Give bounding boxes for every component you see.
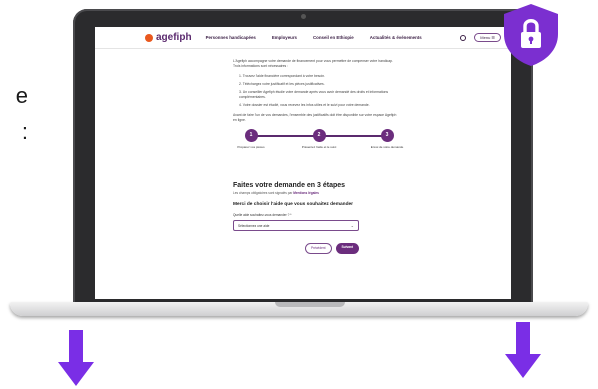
page-content: L'Agefiph accompagne votre demande de fi… xyxy=(233,49,403,254)
select-label: Quelle aide souhaitez-vous demander ? * xyxy=(233,213,292,217)
laptop-notch xyxy=(275,302,345,307)
arrow-down-icon xyxy=(505,322,541,378)
intro-text: L'Agefiph accompagne votre demande de fi… xyxy=(233,59,393,68)
note-text: Avant de faire l'un de vos demandes, l'e… xyxy=(233,113,397,122)
list-item: 2. Téléchargez votre justificatif et les… xyxy=(239,82,325,86)
step-2: 2 Présentez l'aide et le suivi xyxy=(301,129,337,149)
presentation-slide: e : agefiph Personnes handicapées Employ… xyxy=(0,0,598,389)
cropped-slide-text: e : xyxy=(0,78,28,150)
agefiph-logo[interactable]: agefiph xyxy=(145,32,192,43)
list-item: 1. Trouvez l'aide financière corresponda… xyxy=(239,74,326,78)
steps-list: 1. Trouvez l'aide financière corresponda… xyxy=(239,74,401,108)
nav-item-employeurs[interactable]: Employeurs xyxy=(272,35,297,40)
shield-lock-icon xyxy=(504,4,558,66)
step-1: 1 Préparez vos pièces xyxy=(233,129,269,149)
form-subtitle-text: Les champs obligatoires sont signalés pa… xyxy=(233,191,293,195)
form-subtitle: Les champs obligatoires sont signalés pa… xyxy=(233,191,401,196)
form-title: Faites votre demande en 3 étapes xyxy=(233,182,346,189)
laptop-base xyxy=(10,302,588,316)
aid-select[interactable]: Sélectionnez une aide ⌄ xyxy=(233,220,359,231)
select-value: Sélectionnez une aide xyxy=(238,224,270,228)
arrow-down-icon xyxy=(58,330,94,386)
form-question: Merci de choisir l'aide que vous souhait… xyxy=(233,202,354,207)
step-label: Préparez vos pièces xyxy=(237,145,265,149)
form-buttons: Précédent Suivant xyxy=(305,243,401,254)
previous-button[interactable]: Précédent xyxy=(305,243,332,254)
logo-text: agefiph xyxy=(156,32,192,43)
edge-text-line: : xyxy=(21,119,28,144)
step-dot: 3 xyxy=(380,129,394,142)
search-icon[interactable] xyxy=(460,34,467,41)
laptop-screen: agefiph Personnes handicapées Employeurs… xyxy=(95,27,511,299)
next-button[interactable]: Suivant xyxy=(335,243,360,254)
step-3: 3 Envoi de votre demande xyxy=(369,129,405,149)
step-dot: 2 xyxy=(312,129,326,142)
site-header: agefiph Personnes handicapées Employeurs… xyxy=(95,27,511,49)
laptop-lid: agefiph Personnes handicapées Employeurs… xyxy=(73,9,533,304)
chevron-down-icon: ⌄ xyxy=(350,223,354,228)
step-dot: 1 xyxy=(244,129,258,142)
list-item: 3. Un conseiller Agefiph étudie votre de… xyxy=(239,90,389,99)
webcam-icon xyxy=(301,14,306,19)
legal-link[interactable]: Mentions légales xyxy=(293,191,319,195)
edge-text-line: e xyxy=(15,83,28,108)
list-item: 4. Votre dossier est étudié, vous receve… xyxy=(239,103,370,107)
logo-mark-icon xyxy=(145,33,153,42)
nav-item-conseil[interactable]: Conseil en Ethiopie xyxy=(313,35,354,40)
progress-stepper: 1 Préparez vos pièces 2 Présentez l'aide… xyxy=(233,129,403,171)
nav-item-actualites[interactable]: Actualités & événements xyxy=(370,35,422,40)
header-actions: Menu ☰ xyxy=(460,33,501,42)
menu-button[interactable]: Menu ☰ xyxy=(474,33,501,42)
step-label: Présentez l'aide et le suivi xyxy=(301,145,337,149)
step-label: Envoi de votre demande xyxy=(370,145,404,149)
nav-item-personnes[interactable]: Personnes handicapées xyxy=(206,35,256,40)
